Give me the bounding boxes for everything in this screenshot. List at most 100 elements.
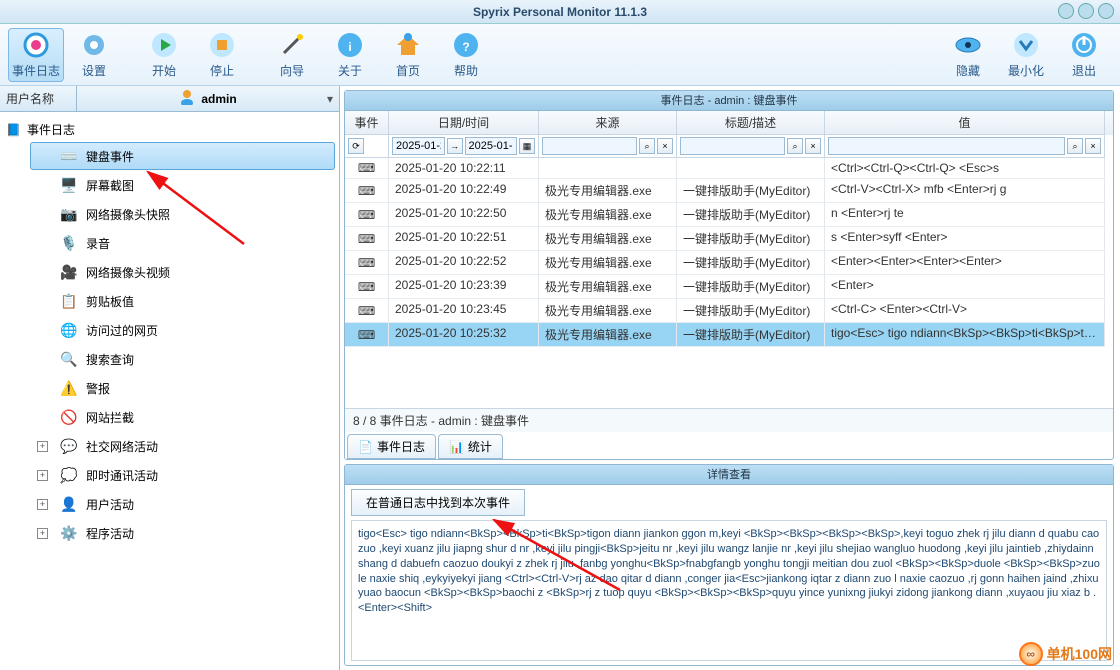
expand-icon[interactable]: + xyxy=(37,470,48,481)
tree-item-label: 访问过的网页 xyxy=(86,322,158,339)
info-icon: i xyxy=(335,30,365,60)
tree-item[interactable]: +⚙️程序活动 xyxy=(30,519,335,547)
window-maximize-button[interactable] xyxy=(1078,3,1094,19)
tree-item[interactable]: 📷网络摄像头快照 xyxy=(30,200,335,228)
window-close-button[interactable] xyxy=(1098,3,1114,19)
watermark-text: 单机100网 xyxy=(1047,644,1112,664)
tree-item-icon: 🚫 xyxy=(60,408,78,426)
expand-icon[interactable]: + xyxy=(37,441,48,452)
wizard-button[interactable]: 向导 xyxy=(264,28,320,82)
find-in-log-button[interactable]: 在普通日志中找到本次事件 xyxy=(351,489,525,516)
tree-item[interactable]: 🌐访问过的网页 xyxy=(30,316,335,344)
tree-item[interactable]: 🎥网络摄像头视频 xyxy=(30,258,335,286)
nav-tree: 📘 事件日志 ⌨️键盘事件🖥️屏幕截图📷网络摄像头快照🎙️录音🎥网络摄像头视频📋… xyxy=(0,112,339,670)
search-icon[interactable]: ⌕ xyxy=(787,138,803,154)
value-filter-input[interactable] xyxy=(828,137,1065,155)
search-icon[interactable]: ⌕ xyxy=(1067,138,1083,154)
table-row[interactable]: ⌨2025-01-20 10:23:45极光专用编辑器.exe一键排版助手(My… xyxy=(345,299,1113,323)
source-filter-input[interactable] xyxy=(542,137,637,155)
svg-text:?: ? xyxy=(462,40,469,54)
refresh-icon[interactable]: ⟳ xyxy=(348,138,364,154)
keyboard-icon: ⌨ xyxy=(345,179,389,203)
cell-value: <Enter> xyxy=(825,275,1105,299)
right-pane: 事件日志 - admin : 键盘事件 事件日期/时间来源标题/描述值 ⟳ → … xyxy=(340,86,1120,670)
stop-button[interactable]: 停止 xyxy=(194,28,250,82)
clear-icon[interactable]: × xyxy=(657,138,673,154)
tree-item-label: 网络摄像头视频 xyxy=(86,264,170,281)
main-toolbar: 事件日志 设置 开始 停止 向导 i 关于 首页 ? xyxy=(0,24,1120,86)
cell-title: 一键排版助手(MyEditor) xyxy=(677,179,825,203)
tree-item[interactable]: ⚠️警报 xyxy=(30,374,335,402)
column-header[interactable]: 标题/描述 xyxy=(677,111,825,135)
date-to-input[interactable] xyxy=(465,137,518,155)
detail-text[interactable]: tigo<Esc> tigo ndiann<BkSp><BkSp>ti<BkSp… xyxy=(351,520,1107,661)
cell-value: n <Enter>rj te xyxy=(825,203,1105,227)
tree-item-label: 程序活动 xyxy=(86,525,134,542)
tree-item[interactable]: +👤用户活动 xyxy=(30,490,335,518)
help-button[interactable]: ? 帮助 xyxy=(438,28,494,82)
cell-source: 极光专用编辑器.exe xyxy=(539,299,677,323)
date-from-input[interactable] xyxy=(392,137,445,155)
table-row[interactable]: ⌨2025-01-20 10:22:49极光专用编辑器.exe一键排版助手(My… xyxy=(345,179,1113,203)
cell-datetime: 2025-01-20 10:22:52 xyxy=(389,251,539,275)
grid-body[interactable]: ⌨2025-01-20 10:22:11<Ctrl><Ctrl-Q><Ctrl-… xyxy=(345,158,1113,408)
keyboard-icon: ⌨ xyxy=(345,251,389,275)
table-row[interactable]: ⌨2025-01-20 10:25:32极光专用编辑器.exe一键排版助手(My… xyxy=(345,323,1113,347)
home-button[interactable]: 首页 xyxy=(380,28,436,82)
date-arrow-icon[interactable]: → xyxy=(447,138,463,154)
gear-icon xyxy=(79,30,109,60)
settings-button[interactable]: 设置 xyxy=(66,28,122,82)
user-select[interactable]: admin ▾ xyxy=(76,86,339,111)
user-label: 用户名称 xyxy=(0,90,76,107)
table-row[interactable]: ⌨2025-01-20 10:22:52极光专用编辑器.exe一键排版助手(My… xyxy=(345,251,1113,275)
tree-item[interactable]: ⌨️键盘事件 xyxy=(30,142,335,170)
table-row[interactable]: ⌨2025-01-20 10:23:39极光专用编辑器.exe一键排版助手(My… xyxy=(345,275,1113,299)
keyboard-icon: ⌨ xyxy=(345,299,389,323)
tab-stats[interactable]: 📊统计 xyxy=(438,434,503,459)
tree-item-label: 网络摄像头快照 xyxy=(86,206,170,223)
column-header[interactable]: 来源 xyxy=(539,111,677,135)
column-header[interactable]: 值 xyxy=(825,111,1105,135)
minimize-icon xyxy=(1011,30,1041,60)
start-button[interactable]: 开始 xyxy=(136,28,192,82)
keyboard-icon: ⌨ xyxy=(345,203,389,227)
column-header[interactable]: 事件 xyxy=(345,111,389,135)
expand-icon[interactable]: + xyxy=(37,499,48,510)
tree-root[interactable]: 📘 事件日志 xyxy=(4,118,335,141)
tree-item[interactable]: +💭即时通讯活动 xyxy=(30,461,335,489)
window-minimize-button[interactable] xyxy=(1058,3,1074,19)
titlebar: Spyrix Personal Monitor 11.1.3 xyxy=(0,0,1120,24)
exit-button[interactable]: 退出 xyxy=(1056,28,1112,82)
table-row[interactable]: ⌨2025-01-20 10:22:51极光专用编辑器.exe一键排版助手(My… xyxy=(345,227,1113,251)
table-row[interactable]: ⌨2025-01-20 10:22:50极光专用编辑器.exe一键排版助手(My… xyxy=(345,203,1113,227)
tree-item[interactable]: 🖥️屏幕截图 xyxy=(30,171,335,199)
title-filter-input[interactable] xyxy=(680,137,785,155)
tree-item[interactable]: +💬社交网络活动 xyxy=(30,432,335,460)
hide-icon xyxy=(953,30,983,60)
about-button[interactable]: i 关于 xyxy=(322,28,378,82)
tree-item[interactable]: 📋剪贴板值 xyxy=(30,287,335,315)
cell-datetime: 2025-01-20 10:23:45 xyxy=(389,299,539,323)
user-icon xyxy=(179,89,195,108)
tab-event-log[interactable]: 📄事件日志 xyxy=(347,434,436,459)
tree-item[interactable]: 🔍搜索查询 xyxy=(30,345,335,373)
clear-icon[interactable]: × xyxy=(1085,138,1101,154)
watermark-icon: ∞ xyxy=(1019,642,1043,666)
cell-source: 极光专用编辑器.exe xyxy=(539,203,677,227)
cell-datetime: 2025-01-20 10:25:32 xyxy=(389,323,539,347)
clear-icon[interactable]: × xyxy=(805,138,821,154)
calendar-icon[interactable]: ▦ xyxy=(519,138,535,154)
event-log-button[interactable]: 事件日志 xyxy=(8,28,64,82)
cell-datetime: 2025-01-20 10:23:39 xyxy=(389,275,539,299)
tree-item[interactable]: 🚫网站拦截 xyxy=(30,403,335,431)
app-title: Spyrix Personal Monitor 11.1.3 xyxy=(473,5,647,19)
tree-item[interactable]: 🎙️录音 xyxy=(30,229,335,257)
table-row[interactable]: ⌨2025-01-20 10:22:11<Ctrl><Ctrl-Q><Ctrl-… xyxy=(345,158,1113,179)
expand-icon[interactable]: + xyxy=(37,528,48,539)
minimize-button[interactable]: 最小化 xyxy=(998,28,1054,82)
search-icon[interactable]: ⌕ xyxy=(639,138,655,154)
hide-button[interactable]: 隐藏 xyxy=(940,28,996,82)
book-icon: 📘 xyxy=(6,123,21,137)
tree-item-icon: 🎙️ xyxy=(60,234,78,252)
column-header[interactable]: 日期/时间 xyxy=(389,111,539,135)
